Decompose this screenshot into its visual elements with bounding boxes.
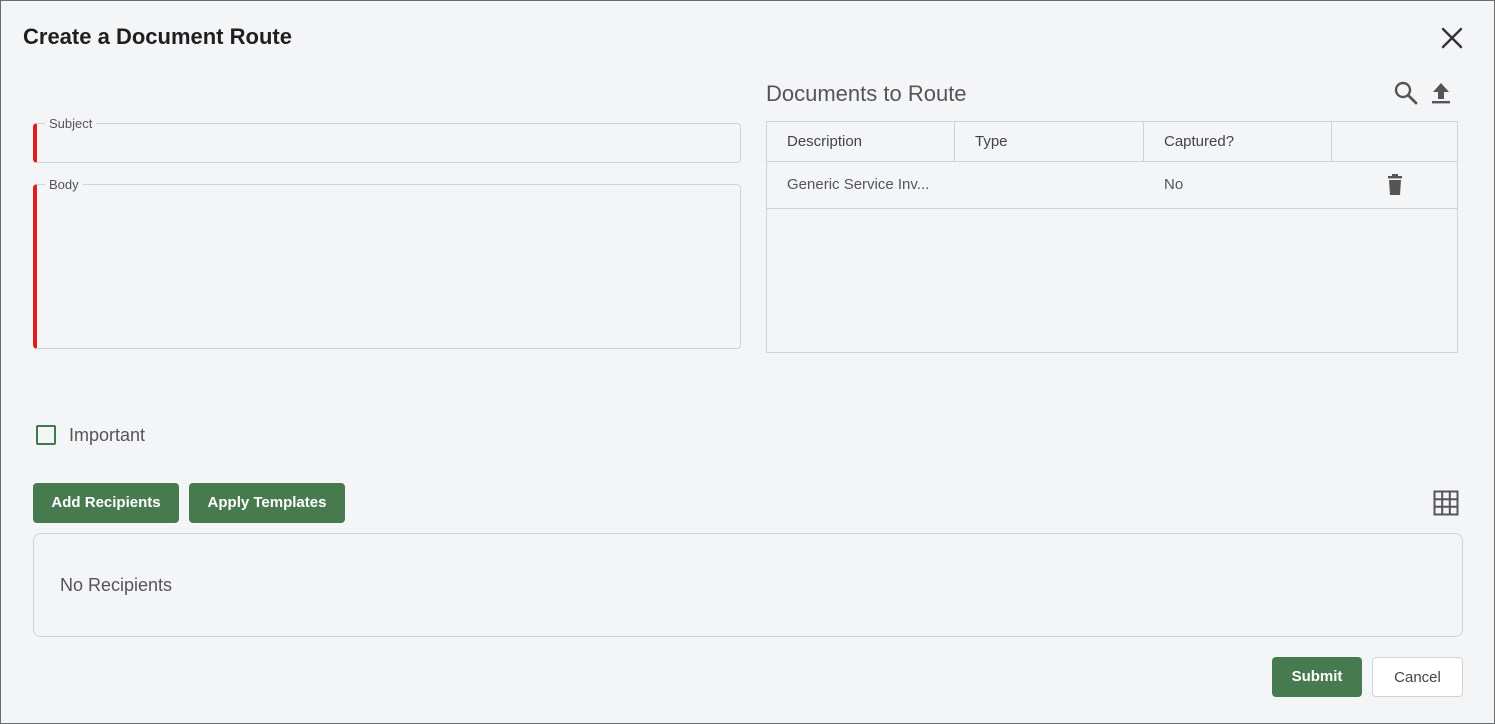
trash-icon[interactable] (1385, 174, 1405, 196)
search-icon[interactable] (1393, 80, 1419, 106)
subject-field[interactable]: Subject (33, 116, 741, 163)
create-document-route-dialog: Create a Document Route Subject Body Doc… (0, 0, 1495, 724)
row-description: Generic Service Inv... (787, 176, 930, 193)
column-header-description[interactable]: Description (767, 122, 955, 162)
documents-title: Documents to Route (766, 81, 967, 106)
row-captured: No (1164, 176, 1184, 193)
recipients-panel: No Recipients (33, 533, 1463, 637)
subject-label: Subject (45, 116, 97, 131)
column-header-type[interactable]: Type (955, 122, 1144, 162)
important-label: Important (69, 425, 146, 445)
documents-table: Description Type Captured? Generic Servi… (766, 121, 1458, 353)
apply-templates-button[interactable]: Apply Templates (189, 483, 345, 523)
body-field[interactable]: Body (33, 177, 741, 349)
grid-view-icon[interactable] (1433, 490, 1459, 516)
no-recipients-text: No Recipients (60, 575, 173, 595)
submit-button[interactable]: Submit (1272, 657, 1362, 697)
cancel-button[interactable]: Cancel (1372, 657, 1463, 697)
close-icon[interactable] (1439, 25, 1465, 51)
important-checkbox[interactable] (36, 425, 56, 445)
dialog-title: Create a Document Route (23, 24, 292, 49)
column-header-captured[interactable]: Captured? (1144, 122, 1332, 162)
table-row[interactable]: Generic Service Inv... No (767, 162, 1457, 209)
upload-icon[interactable] (1429, 80, 1453, 106)
body-label: Body (45, 177, 83, 192)
column-header-actions (1332, 122, 1457, 162)
add-recipients-button[interactable]: Add Recipients (33, 483, 179, 523)
row-type (955, 162, 1144, 208)
table-header: Description Type Captured? (767, 122, 1457, 162)
